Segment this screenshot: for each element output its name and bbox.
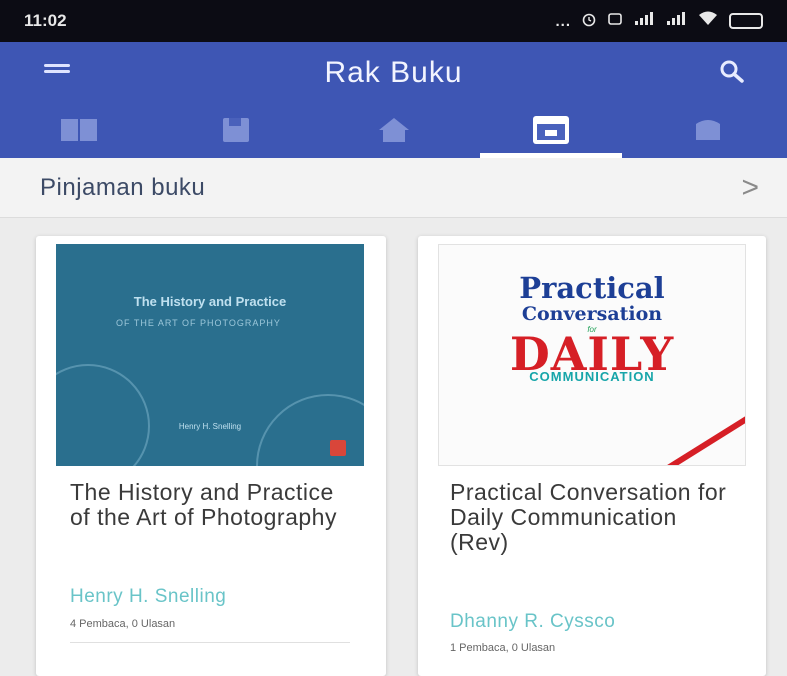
book-title[interactable]: The History and Practice of the Art of P… [70, 480, 350, 530]
cover-title-line: Conversation [521, 303, 663, 325]
cover-decoration [634, 405, 745, 465]
inbox-tray-icon [532, 116, 569, 144]
book-card[interactable]: Practical Conversation for DAILY COMMUNI… [418, 236, 766, 676]
book-cover[interactable]: The History and Practice OF THE ART OF P… [56, 244, 364, 466]
tab-library[interactable] [630, 102, 787, 158]
book-title[interactable]: Practical Conversation for Daily Communi… [450, 480, 730, 555]
notification-icon [607, 11, 623, 31]
status-icons: ... [555, 11, 763, 31]
publisher-logo [330, 440, 346, 456]
search-icon[interactable] [718, 58, 746, 86]
tab-inbox[interactable] [472, 102, 629, 158]
chevron-right-icon[interactable]: > [741, 171, 759, 205]
cover-title-line: COMMUNICATION [529, 369, 655, 384]
cover-subtitle: OF THE ART OF PHOTOGRAPHY [116, 318, 281, 328]
book-shelf-icon [60, 119, 97, 141]
battery-icon [729, 13, 763, 29]
cell-signal-2-icon [665, 11, 687, 31]
tab-home[interactable] [315, 102, 472, 158]
app-bar: Rak Buku [0, 42, 787, 158]
book-card[interactable]: The History and Practice OF THE ART OF P… [36, 236, 386, 676]
cell-signal-icon [633, 11, 655, 31]
card-divider [70, 642, 350, 643]
book-author[interactable]: Henry H. Snelling [70, 586, 226, 608]
book-author[interactable]: Dhanny R. Cyssco [450, 611, 615, 633]
cover-title-line: Practical [519, 271, 665, 305]
tab-save[interactable] [157, 102, 314, 158]
book-stats: 4 Pembaca, 0 Ulasan [70, 618, 176, 630]
cover-author: Henry H. Snelling [178, 422, 242, 431]
book-cover[interactable]: Practical Conversation for DAILY COMMUNI… [438, 244, 746, 466]
wifi-icon [697, 11, 719, 31]
home-icon [378, 118, 409, 142]
status-time: 11:02 [24, 11, 67, 30]
save-icon [223, 118, 250, 142]
cover-decoration [56, 364, 150, 466]
cover-title: The History and Practice [133, 294, 287, 309]
alarm-icon [581, 11, 597, 31]
status-bar: 11:02 ... [0, 0, 787, 42]
book-stats: 1 Pembaca, 0 Ulasan [450, 642, 556, 654]
section-header-loans[interactable]: Pinjaman buku > [0, 158, 787, 218]
tab-bar [0, 102, 787, 158]
library-icon [696, 120, 721, 140]
page-title: Rak Buku [324, 56, 463, 89]
tab-book-shelf[interactable] [0, 102, 157, 158]
more-notifications-icon: ... [555, 12, 571, 30]
section-title: Pinjaman buku [40, 173, 206, 201]
